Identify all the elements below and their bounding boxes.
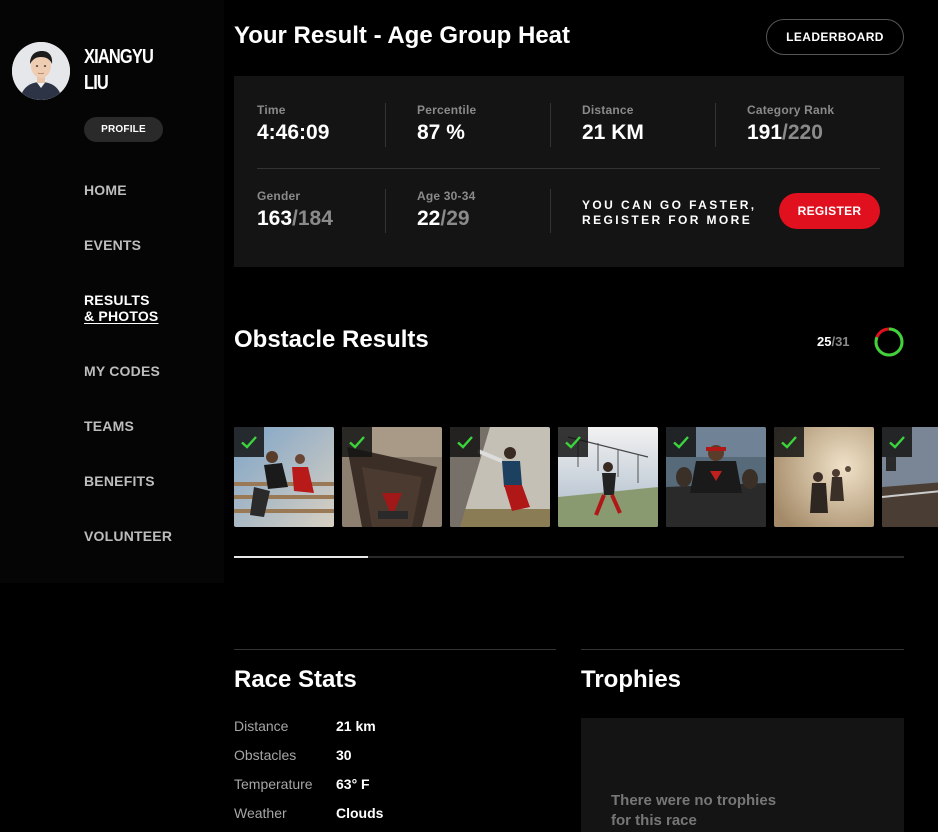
completed-check	[666, 427, 696, 457]
stat-percentile: Percentile 87 %	[417, 103, 476, 145]
stat-gender-value: 163/184	[257, 207, 333, 231]
leaderboard-button[interactable]: LEADERBOARD	[766, 19, 904, 55]
stat-gender: Gender 163/184	[257, 189, 333, 231]
checkmark-icon	[565, 436, 581, 449]
checkmark-icon	[781, 436, 797, 449]
nav-item-results-label: RESULTS	[84, 292, 150, 308]
checkmark-icon	[457, 436, 473, 449]
stat-category-rank: Category Rank 191/220	[747, 103, 834, 145]
race-stat-label: Distance	[234, 718, 289, 734]
sidebar: XIANGYU LIU PROFILE HOME EVENTS RESULTS …	[0, 0, 224, 583]
race-stat-label: Weather	[234, 805, 287, 821]
obstacle-thumb[interactable]	[666, 427, 766, 527]
race-stats-title: Race Stats	[234, 666, 357, 693]
carousel-scrollbar[interactable]	[234, 556, 904, 558]
stat-age-label: Age 30-34	[417, 189, 476, 203]
checkmark-icon	[349, 436, 365, 449]
carousel-scrollbar-thumb[interactable]	[234, 556, 368, 558]
profile-button[interactable]: PROFILE	[84, 117, 163, 142]
checkmark-icon	[673, 436, 689, 449]
obstacle-thumb[interactable]	[450, 427, 550, 527]
obstacle-thumb[interactable]	[342, 427, 442, 527]
completed-check	[234, 427, 264, 457]
nav-item-events[interactable]: EVENTS	[84, 237, 141, 253]
obstacle-thumb[interactable]	[774, 427, 874, 527]
category-rank-number: 191	[747, 121, 783, 144]
category-rank-total: /220	[782, 121, 823, 144]
age-rank-total: /29	[440, 207, 470, 230]
completed-check	[450, 427, 480, 457]
nav-item-photos-label: & PHOTOS	[84, 308, 159, 324]
nav-item-volunteer[interactable]: VOLUNTEER	[84, 528, 172, 544]
stat-distance-label: Distance	[582, 103, 634, 117]
divider	[385, 189, 386, 233]
divider	[257, 168, 880, 169]
register-cta-text: YOU CAN GO FASTER, REGISTER FOR MORE	[582, 198, 757, 228]
obstacle-thumb[interactable]	[558, 427, 658, 527]
avatar-photo	[12, 42, 70, 100]
cta-line-2: REGISTER FOR MORE	[582, 213, 753, 227]
obstacle-thumb[interactable]	[234, 427, 334, 527]
obstacle-carousel[interactable]	[234, 427, 938, 527]
checkmark-icon	[241, 436, 257, 449]
stat-time-value: 4:46:09	[257, 121, 330, 144]
nav-item-teams[interactable]: TEAMS	[84, 418, 134, 434]
race-stat-label: Temperature	[234, 776, 313, 792]
trophies-empty-line-2: for this race	[611, 812, 697, 829]
stat-percentile-label: Percentile	[417, 103, 477, 117]
obstacle-results-title: Obstacle Results	[234, 326, 429, 353]
gender-rank-number: 163	[257, 207, 293, 230]
cta-line-1: YOU CAN GO FASTER,	[582, 198, 757, 212]
register-button[interactable]: REGISTER	[779, 193, 880, 229]
divider	[234, 649, 556, 650]
stat-distance: Distance 21 KM	[582, 103, 644, 145]
stat-category-rank-value: 191/220	[747, 121, 834, 145]
avatar[interactable]	[12, 42, 70, 100]
age-rank-number: 22	[417, 207, 441, 230]
obstacle-count: 25/31	[817, 334, 850, 349]
trophies-title: Trophies	[581, 666, 682, 693]
obstacle-completed: 25	[817, 334, 832, 349]
stat-time: Time 4:46:09	[257, 103, 329, 145]
obstacle-thumb[interactable]	[882, 427, 938, 527]
trophies-panel: There were no trophies for this race	[581, 718, 904, 832]
completed-check	[774, 427, 804, 457]
user-name: XIANGYU LIU	[84, 46, 154, 94]
checkmark-icon	[889, 436, 905, 449]
divider	[581, 649, 904, 650]
race-stat-label: Obstacles	[234, 747, 297, 763]
stat-gender-label: Gender	[257, 189, 301, 203]
completed-check	[882, 427, 912, 457]
gender-rank-total: /184	[292, 207, 333, 230]
nav-item-home[interactable]: HOME	[84, 182, 127, 198]
stat-age-value: 22/29	[417, 207, 476, 231]
race-stat-value: 30	[336, 747, 352, 763]
page-title: Your Result - Age Group Heat	[234, 22, 571, 49]
stat-time-label: Time	[257, 103, 286, 117]
trophies-empty-line-1: There were no trophies	[611, 792, 777, 809]
stat-category-rank-label: Category Rank	[747, 103, 835, 117]
stat-percentile-value: 87 %	[417, 121, 465, 144]
race-stat-value: 63° F	[336, 776, 370, 792]
stat-age: Age 30-34 22/29	[417, 189, 476, 231]
divider	[550, 103, 551, 147]
trophies-empty-message: There were no trophies for this race	[611, 791, 831, 831]
obstacle-total: /31	[831, 334, 850, 349]
completed-check	[342, 427, 372, 457]
race-stat-value: Clouds	[336, 805, 384, 821]
stat-distance-value: 21 KM	[582, 121, 644, 144]
obstacle-completion-donut	[874, 327, 904, 357]
completed-check	[558, 427, 588, 457]
divider	[385, 103, 386, 147]
nav-item-my-codes[interactable]: MY CODES	[84, 363, 160, 379]
divider	[550, 189, 551, 233]
nav-item-results-photos[interactable]: RESULTS & PHOTOS	[84, 292, 158, 324]
race-stat-value: 21 km	[336, 718, 376, 734]
divider	[715, 103, 716, 147]
nav-item-benefits[interactable]: BENEFITS	[84, 473, 155, 489]
result-panel: Time 4:46:09 Percentile 87 % Distance 21…	[234, 76, 904, 267]
